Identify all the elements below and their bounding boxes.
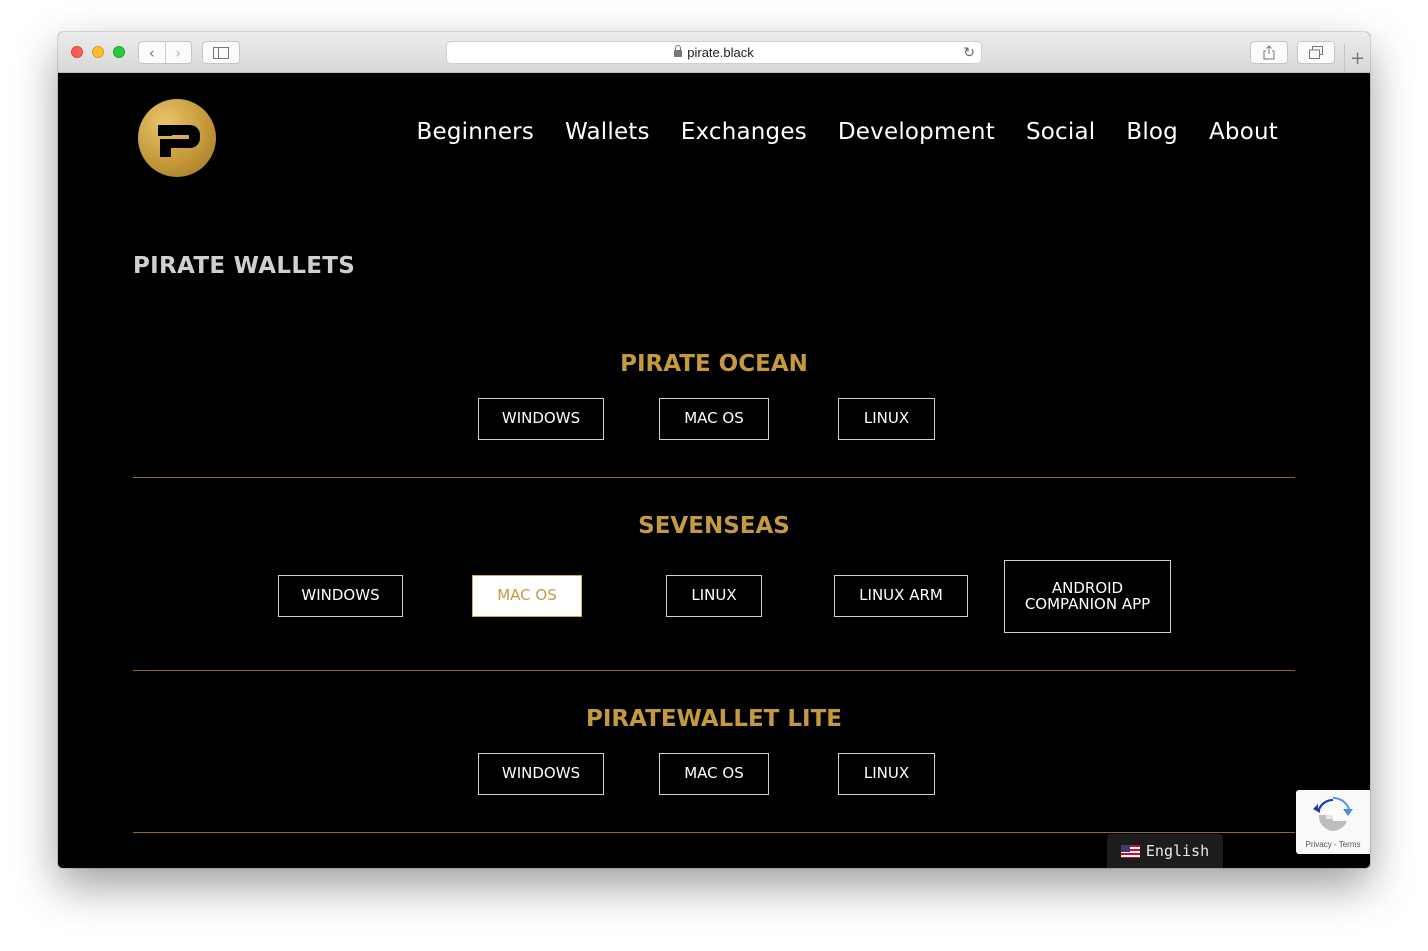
tabs-icon: [1309, 46, 1323, 59]
nav-exchanges[interactable]: Exchanges: [681, 119, 807, 145]
minimize-window-button[interactable]: [92, 46, 104, 58]
recaptcha-icon: [1313, 797, 1353, 831]
section-divider: [133, 477, 1295, 478]
language-label: English: [1145, 842, 1210, 860]
nav-blog[interactable]: Blog: [1126, 119, 1178, 145]
piratewallet-lite-windows-button[interactable]: WINDOWS: [478, 753, 604, 795]
tabs-overview-button[interactable]: [1297, 41, 1335, 64]
reload-icon[interactable]: ↻: [963, 44, 975, 61]
pirate-logo-icon: [158, 125, 200, 157]
share-icon: [1263, 45, 1275, 60]
sidebar-icon: [213, 46, 229, 59]
sevenseas-linux-button[interactable]: LINUX: [666, 575, 762, 617]
url-text: pirate.black: [687, 45, 754, 60]
nav-about[interactable]: About: [1209, 119, 1278, 145]
web-page: Beginners Wallets Exchanges Development …: [58, 73, 1370, 868]
browser-titlebar: ‹ › pirate.black ↻ +: [58, 32, 1370, 73]
zoom-window-button[interactable]: [113, 46, 125, 58]
pirate-logo[interactable]: [138, 99, 216, 177]
section-title-pirate-ocean: PIRATE OCEAN: [620, 351, 808, 377]
history-navigation: ‹ ›: [138, 41, 192, 64]
forward-icon[interactable]: ›: [164, 42, 192, 63]
back-icon[interactable]: ‹: [139, 42, 165, 63]
plus-icon: +: [1349, 48, 1366, 69]
section-divider: [133, 832, 1295, 833]
close-window-button[interactable]: [71, 46, 83, 58]
pirate-ocean-linux-button[interactable]: LINUX: [838, 398, 935, 440]
sevenseas-windows-button[interactable]: WINDOWS: [278, 575, 403, 617]
sidebar-toggle-button[interactable]: [202, 41, 240, 64]
piratewallet-lite-macos-button[interactable]: MAC OS: [659, 753, 769, 795]
pirate-ocean-windows-button[interactable]: WINDOWS: [478, 398, 604, 440]
section-divider: [133, 670, 1295, 671]
sevenseas-linux-arm-button[interactable]: LINUX ARM: [834, 575, 968, 617]
section-title-piratewallet-lite: PIRATEWALLET LITE: [585, 706, 842, 732]
language-switcher[interactable]: English: [1107, 834, 1223, 868]
nav-beginners[interactable]: Beginners: [417, 119, 534, 145]
recaptcha-badge[interactable]: Privacy - Terms: [1296, 790, 1370, 854]
pirate-ocean-macos-button[interactable]: MAC OS: [659, 398, 769, 440]
nav-social[interactable]: Social: [1026, 119, 1095, 145]
sevenseas-macos-button[interactable]: MAC OS: [472, 575, 582, 617]
nav-wallets[interactable]: Wallets: [565, 119, 650, 145]
recaptcha-links[interactable]: Privacy - Terms: [1296, 840, 1370, 849]
piratewallet-lite-linux-button[interactable]: LINUX: [838, 753, 935, 795]
lock-icon: [674, 45, 683, 57]
share-button[interactable]: [1250, 41, 1288, 64]
browser-window: ‹ › pirate.black ↻ + Beginners Wallets E…: [58, 32, 1370, 868]
new-tab-button[interactable]: +: [1344, 44, 1370, 73]
us-flag-icon: [1120, 844, 1140, 858]
sevenseas-android-companion-app-button[interactable]: ANDROID COMPANION APP: [1004, 560, 1171, 633]
nav-development[interactable]: Development: [838, 119, 995, 145]
section-title-sevenseas: SEVENSEAS: [638, 513, 790, 539]
main-navigation: Beginners Wallets Exchanges Development …: [417, 119, 1278, 145]
address-bar[interactable]: pirate.black ↻: [446, 41, 982, 64]
page-title: PIRATE WALLETS: [133, 253, 356, 279]
